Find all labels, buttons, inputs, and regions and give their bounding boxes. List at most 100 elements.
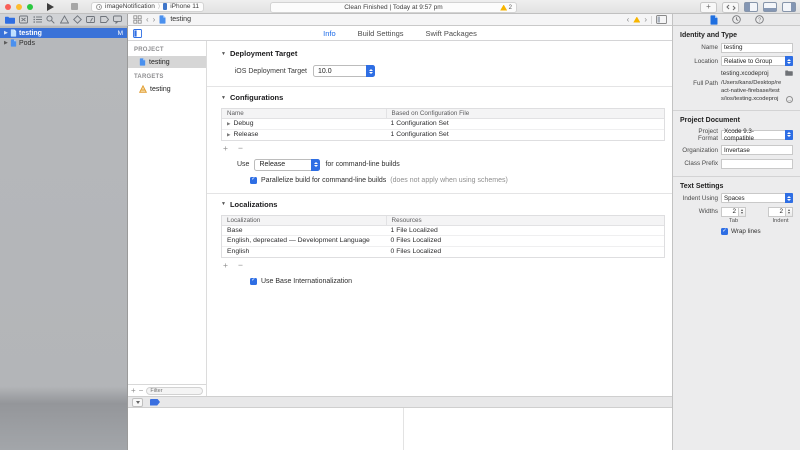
remove-configuration-button[interactable]: − [238, 144, 243, 153]
column-header-file[interactable]: Based on Configuration File [386, 109, 664, 118]
base-internationalization-checkbox[interactable]: ✓ [250, 278, 257, 285]
name-field[interactable]: testing [721, 43, 793, 53]
zoom-window-button[interactable] [27, 4, 33, 10]
add-configuration-button[interactable]: + [223, 144, 228, 153]
project-format-select[interactable]: Xcode 9.3-compatible [721, 130, 793, 140]
organization-field[interactable]: Invertase [721, 145, 793, 155]
location-select[interactable]: Relative to Group [721, 56, 793, 66]
go-forward-button[interactable]: › [153, 16, 156, 24]
console-split-divider[interactable] [403, 408, 404, 450]
minimize-window-button[interactable] [16, 4, 22, 10]
jump-bar-file[interactable]: testing [170, 16, 191, 23]
class-prefix-field[interactable] [721, 159, 793, 169]
stop-button[interactable] [71, 3, 78, 10]
localizations-table: Localization Resources Base 1 File Local… [221, 215, 665, 259]
navigator-tab-symbols[interactable] [33, 15, 42, 24]
tab-swift-packages[interactable]: Swift Packages [426, 29, 477, 38]
project-list-toggle-icon[interactable] [133, 29, 142, 38]
editor-tab-bar: Info Build Settings Swift Packages [128, 26, 672, 41]
breakpoint-tag-icon [100, 15, 109, 24]
table-row[interactable]: Base 1 File Localized [222, 226, 664, 237]
table-row[interactable]: ▶ Release 1 Configuration Set [222, 130, 664, 141]
indent-width-value[interactable]: 2 [768, 207, 786, 217]
indent-using-label: Indent Using [680, 195, 718, 202]
filter-input[interactable] [146, 387, 203, 395]
navigator-item-label: Pods [19, 40, 35, 47]
breakpoints-enabled-icon[interactable] [150, 399, 160, 406]
file-inspector-tab[interactable] [710, 15, 718, 25]
project-navigator: ▶ testing M ▶ Pods [0, 26, 128, 450]
remove-localization-button[interactable]: − [238, 261, 243, 270]
command-line-config-select[interactable]: Release [254, 159, 320, 171]
table-row[interactable]: English 0 Files Localized [222, 247, 664, 258]
warning-count: 2 [509, 5, 512, 11]
navigator-item-testing[interactable]: ▶ testing M [0, 28, 127, 38]
navigator-tab-project[interactable] [5, 16, 15, 24]
remove-target-button[interactable]: − [139, 387, 144, 395]
navigator-item-pods[interactable]: ▶ Pods [0, 38, 127, 48]
quick-help-inspector-tab[interactable]: ? [755, 15, 764, 24]
disclosure-icon[interactable]: ▶ [227, 121, 230, 127]
column-header-name[interactable]: Name [222, 110, 386, 117]
tab-info[interactable]: Info [323, 29, 336, 38]
warning-badge[interactable]: 2 [500, 5, 512, 11]
target-item-label: testing [150, 86, 171, 93]
indent-using-value: Spaces [724, 195, 745, 202]
column-header-resources[interactable]: Resources [386, 216, 664, 225]
table-row[interactable]: English, deprecated — Development Langua… [222, 236, 664, 247]
table-row[interactable]: ▶ Debug 1 Configuration Set [222, 119, 664, 130]
project-item[interactable]: testing [128, 56, 206, 68]
editor-layout-icon[interactable] [656, 15, 667, 24]
stepper-arrows-icon[interactable] [786, 207, 793, 217]
configurations-table: Name Based on Configuration File ▶ Debug… [221, 108, 665, 141]
toggle-debug-area-button[interactable] [763, 2, 777, 12]
reveal-arrow-icon[interactable]: → [786, 96, 793, 103]
navigator-tab-tests[interactable] [73, 15, 82, 24]
deployment-target-select[interactable]: 10.0 [313, 65, 375, 77]
add-target-button[interactable]: + [131, 387, 136, 395]
navigator-tab-issues[interactable] [60, 15, 69, 24]
parallelize-checkbox[interactable]: ✓ [250, 177, 257, 184]
history-inspector-tab[interactable] [732, 15, 741, 24]
stepper-arrows-icon[interactable] [739, 207, 746, 217]
target-item[interactable]: testing [128, 83, 206, 95]
column-header-localization[interactable]: Localization [222, 217, 386, 224]
run-button[interactable] [47, 3, 54, 11]
navigator-tab-debug[interactable] [86, 15, 95, 24]
hide-debug-area-button[interactable] [132, 398, 143, 407]
related-items-icon[interactable] [133, 15, 142, 24]
location-label: Location [680, 58, 718, 65]
indent-width-stepper[interactable]: 2 [768, 207, 793, 217]
code-review-button[interactable] [722, 2, 739, 13]
disclosure-icon[interactable]: ▶ [227, 132, 230, 138]
toggle-navigator-button[interactable] [744, 2, 758, 12]
navigator-tab-breakpoints[interactable] [100, 15, 109, 24]
previous-issue-button[interactable]: ‹ [627, 16, 630, 24]
tab-width-stepper[interactable]: 2 [721, 207, 746, 217]
wrap-lines-checkbox[interactable]: ✓ [721, 228, 728, 235]
project-targets-panel: PROJECT testing TARGETS testing + − [128, 41, 207, 396]
project-info-content: ▼ Deployment Target iOS Deployment Targe… [207, 41, 672, 396]
next-issue-button[interactable]: › [644, 16, 647, 24]
navigator-tab-find[interactable] [46, 15, 55, 24]
library-button[interactable]: + [700, 2, 717, 13]
section-disclosure-icon[interactable]: ▼ [221, 51, 226, 57]
issue-warning-icon[interactable] [633, 17, 640, 23]
section-disclosure-icon[interactable]: ▼ [221, 95, 226, 101]
close-window-button[interactable] [5, 4, 11, 10]
add-localization-button[interactable]: + [223, 261, 228, 270]
window-titlebar: imageNotification ⟩ iPhone 11 Clean Fini… [0, 0, 800, 14]
scheme-selector[interactable]: imageNotification ⟩ iPhone 11 [91, 2, 204, 12]
folder-icon[interactable] [785, 70, 793, 76]
run-destination[interactable]: iPhone 11 [170, 3, 199, 10]
tab-build-settings[interactable]: Build Settings [358, 29, 404, 38]
navigator-tab-reports[interactable] [113, 15, 122, 24]
indent-using-select[interactable]: Spaces [721, 193, 793, 203]
go-back-button[interactable]: ‹ [146, 16, 149, 24]
text-settings-section-title: Text Settings [680, 183, 793, 190]
toggle-inspector-button[interactable] [782, 2, 796, 12]
tab-width-value[interactable]: 2 [721, 207, 739, 217]
scheme-name[interactable]: imageNotification [105, 3, 155, 10]
navigator-tab-source-control[interactable] [19, 15, 28, 24]
section-disclosure-icon[interactable]: ▼ [221, 201, 226, 207]
